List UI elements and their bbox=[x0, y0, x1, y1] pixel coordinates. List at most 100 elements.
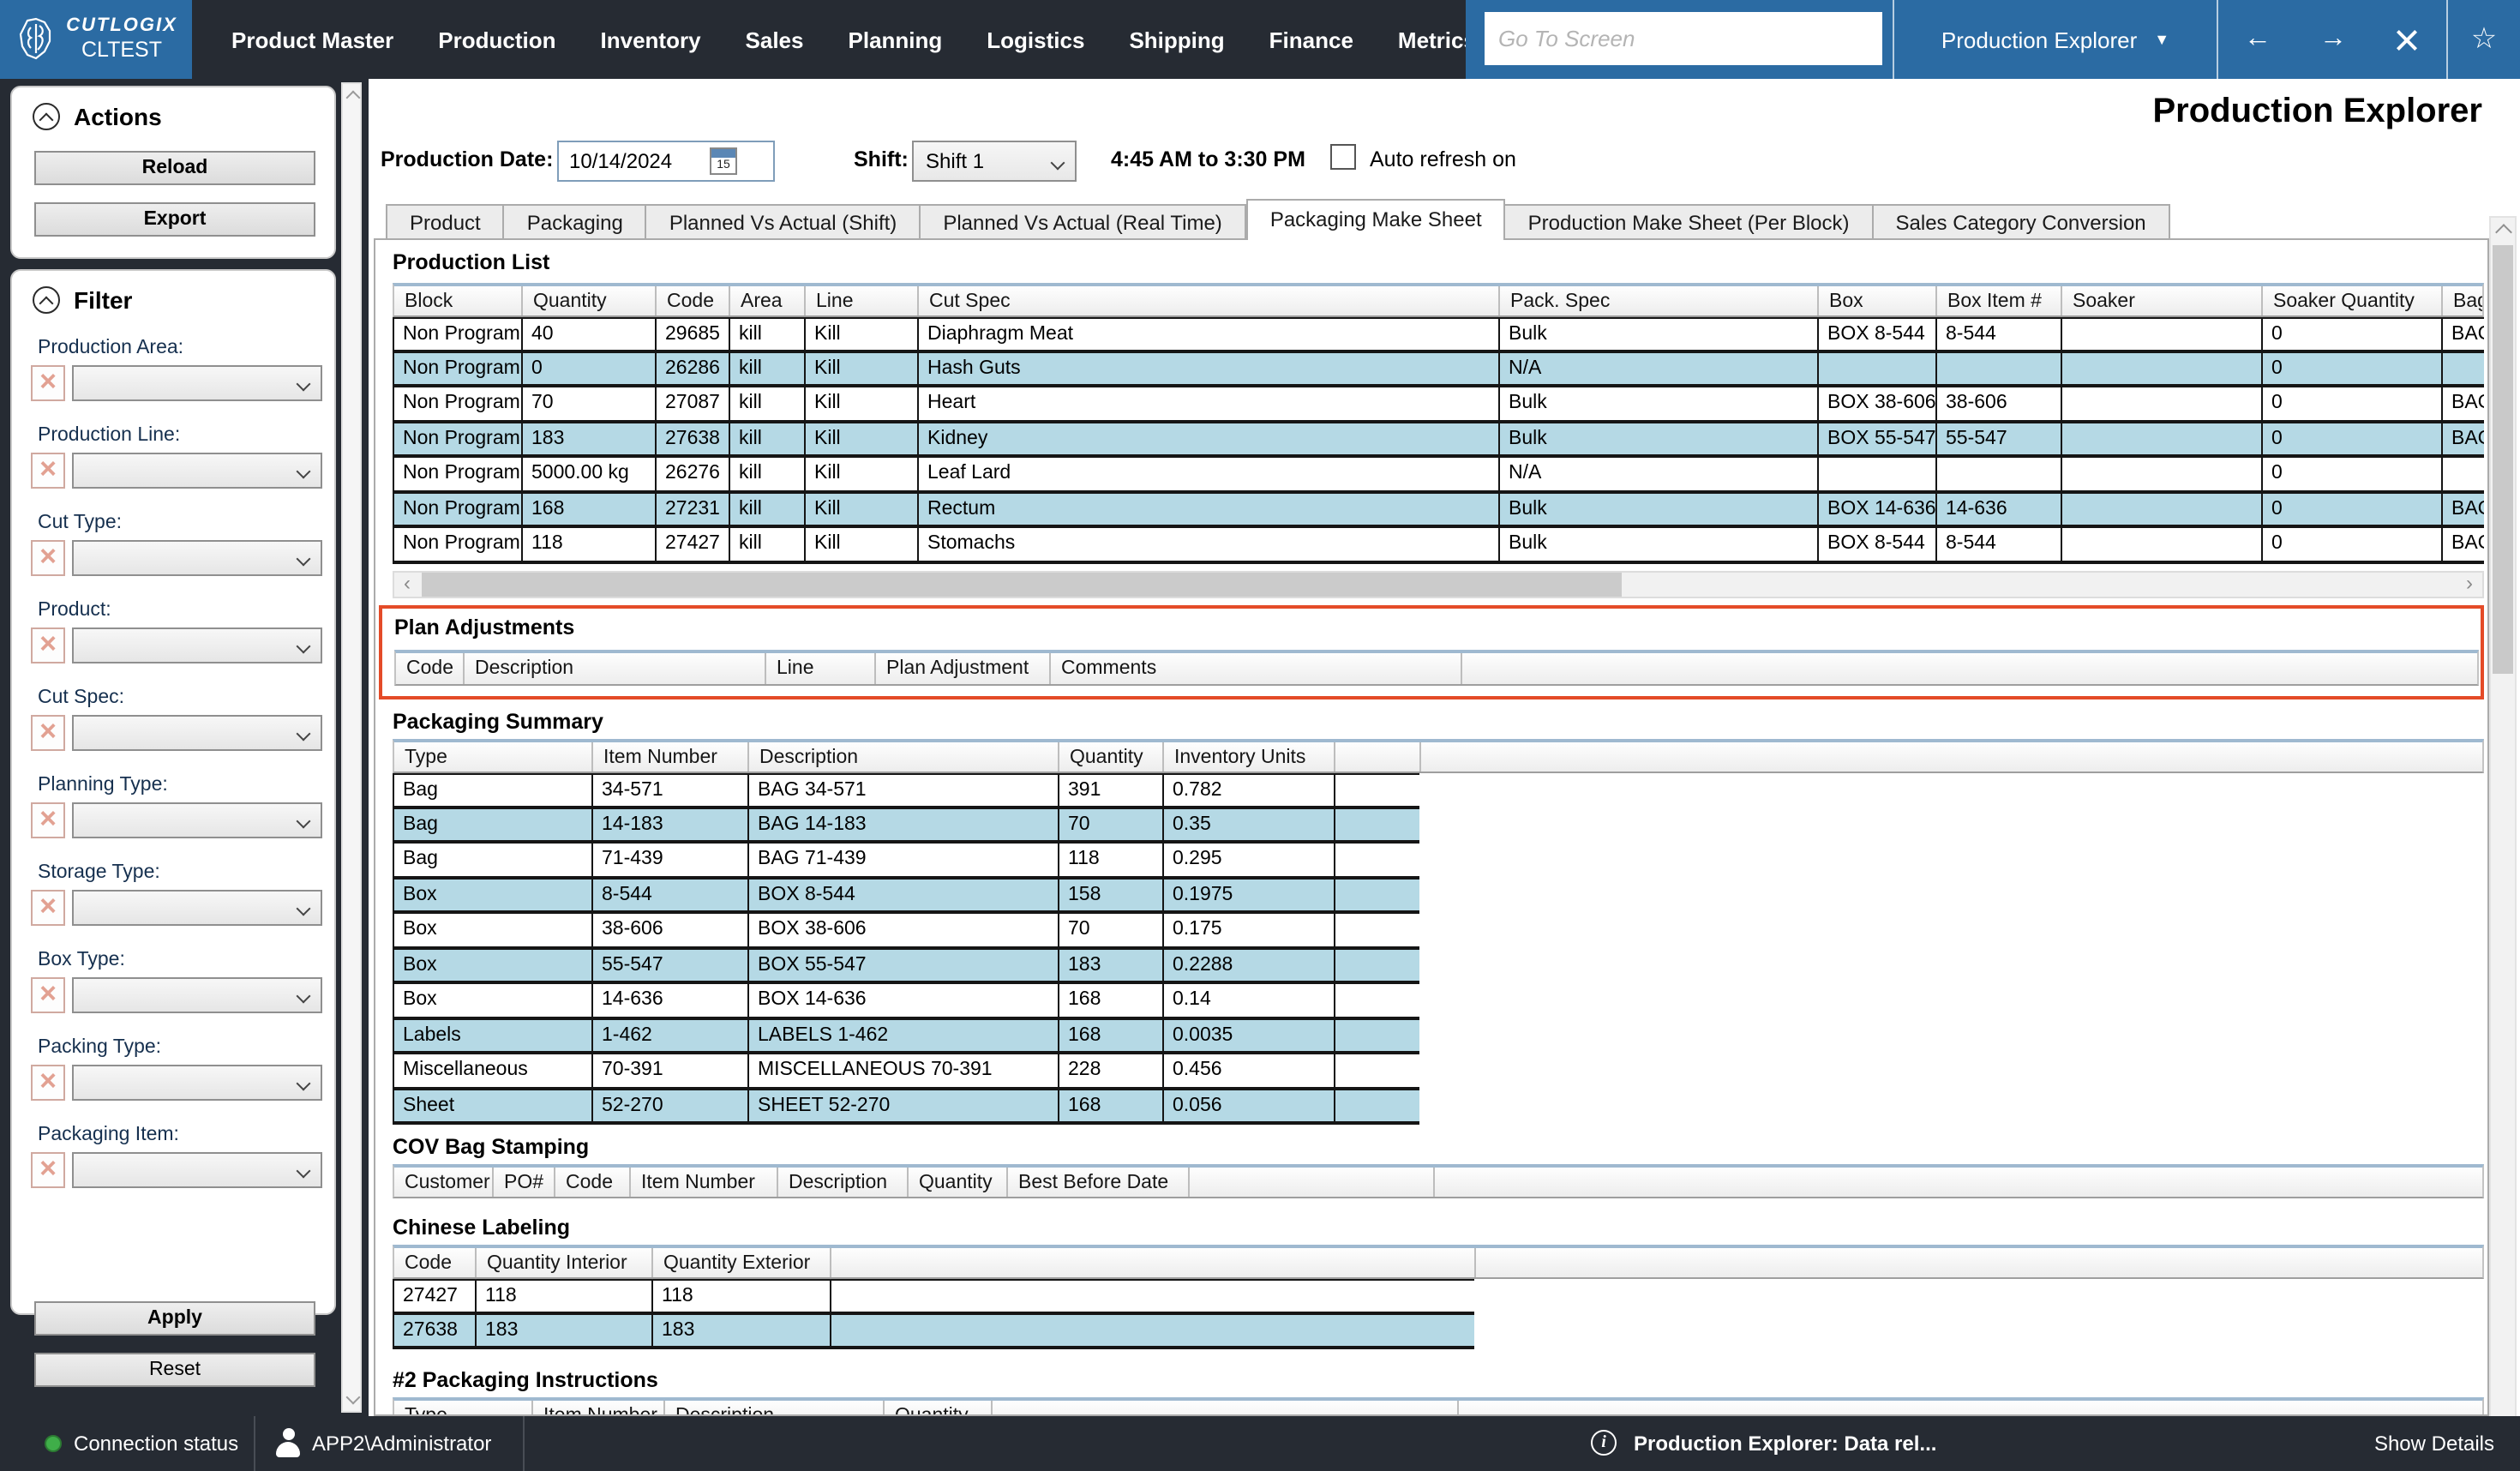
forward-arrow-button[interactable]: → bbox=[2319, 24, 2347, 55]
cov-bag-stamping-grid[interactable]: CustomerPO#CodeItem NumberDescriptionQua… bbox=[393, 1164, 2484, 1198]
table-row[interactable]: Non Program4029685killKillDiaphragm Meat… bbox=[393, 317, 2484, 352]
table-row[interactable]: Sheet52-270SHEET 52-2701680.056 bbox=[393, 1090, 1419, 1125]
scroll-right-icon[interactable]: › bbox=[2457, 573, 2482, 597]
clear-filter-button[interactable]: × bbox=[31, 365, 65, 401]
reload-button[interactable]: Reload bbox=[34, 151, 315, 185]
filter-dropdown-packaging-item[interactable] bbox=[72, 1152, 322, 1188]
column-header-quantity-interior[interactable]: Quantity Interior bbox=[477, 1248, 653, 1277]
column-header-type[interactable]: Type bbox=[394, 1401, 533, 1416]
column-header-block[interactable]: Block bbox=[394, 286, 523, 315]
column-header-description[interactable]: Description bbox=[665, 1401, 885, 1416]
column-header-cut-spec[interactable]: Cut Spec bbox=[919, 286, 1500, 315]
column-header-quantity[interactable]: Quantity bbox=[523, 286, 657, 315]
column-header-code[interactable]: Code bbox=[396, 653, 465, 684]
clear-filter-button[interactable]: × bbox=[31, 453, 65, 489]
collapse-filter-icon[interactable] bbox=[33, 286, 60, 314]
table-row[interactable]: Miscellaneous70-391MISCELLANEOUS 70-3912… bbox=[393, 1054, 1419, 1090]
show-details-link[interactable]: Show Details bbox=[2374, 1432, 2494, 1456]
vscrollbar-thumb[interactable] bbox=[2493, 245, 2513, 674]
chinese-labeling-grid[interactable]: CodeQuantity InteriorQuantity Exterior27… bbox=[393, 1245, 2484, 1349]
column-header-comments[interactable]: Comments bbox=[1051, 653, 1462, 684]
menu-item-finance[interactable]: Finance bbox=[1247, 27, 1376, 52]
production-list-grid[interactable]: BlockQuantityCodeAreaLineCut SpecPack. S… bbox=[393, 283, 2484, 563]
tab-planned-vs-actual-real-time[interactable]: Planned Vs Actual (Real Time) bbox=[921, 204, 1246, 240]
column-header-type[interactable]: Type bbox=[394, 742, 593, 772]
menu-item-production[interactable]: Production bbox=[416, 27, 578, 52]
table-row[interactable]: Box8-544BOX 8-5441580.1975 bbox=[393, 879, 1419, 914]
column-header-blank[interactable] bbox=[1190, 1168, 1435, 1197]
table-row[interactable]: 27427118118 bbox=[393, 1279, 1474, 1314]
column-header-bag[interactable]: Bag bbox=[2443, 286, 2484, 315]
column-header-area[interactable]: Area bbox=[730, 286, 806, 315]
tab-product[interactable]: Product bbox=[386, 204, 505, 240]
table-row[interactable]: Non Program16827231killKillRectumBulkBOX… bbox=[393, 493, 2484, 528]
clear-filter-button[interactable]: × bbox=[31, 715, 65, 751]
table-row[interactable]: Labels1-462LABELS 1-4621680.0035 bbox=[393, 1019, 1419, 1054]
production-date-picker[interactable]: 15 bbox=[557, 141, 775, 182]
go-to-screen-input[interactable] bbox=[1485, 12, 1882, 65]
column-header-description[interactable]: Description bbox=[778, 1168, 909, 1197]
filter-dropdown-planning-type[interactable] bbox=[72, 802, 322, 838]
table-row[interactable]: Bag34-571BAG 34-5713910.782 bbox=[393, 773, 1419, 808]
column-header-pack-spec[interactable]: Pack. Spec bbox=[1500, 286, 1819, 315]
table-row[interactable]: Non Program11827427killKillStomachsBulkB… bbox=[393, 528, 2484, 563]
column-header-item-number[interactable]: Item Number bbox=[533, 1401, 665, 1416]
column-header-blank[interactable] bbox=[1335, 742, 1421, 772]
clear-filter-button[interactable]: × bbox=[31, 1152, 65, 1188]
column-header-quantity[interactable]: Quantity bbox=[909, 1168, 1008, 1197]
column-header-inventory-units[interactable]: Inventory Units bbox=[1164, 742, 1335, 772]
sidebar-scrollbar[interactable] bbox=[341, 82, 362, 1413]
column-header-description[interactable]: Description bbox=[749, 742, 1059, 772]
table-row[interactable]: Bag71-439BAG 71-4391180.295 bbox=[393, 844, 1419, 879]
production-list-hscrollbar[interactable]: ‹ › bbox=[393, 571, 2484, 598]
filter-dropdown-production-area[interactable] bbox=[72, 365, 322, 401]
column-header-quantity[interactable]: Quantity bbox=[885, 1401, 993, 1416]
column-header-best-before-date[interactable]: Best Before Date bbox=[1008, 1168, 1190, 1197]
tab-sales-category-conversion[interactable]: Sales Category Conversion bbox=[1874, 204, 2170, 240]
column-header-soaker-quantity[interactable]: Soaker Quantity bbox=[2263, 286, 2443, 315]
column-header-po[interactable]: PO# bbox=[494, 1168, 555, 1197]
back-arrow-button[interactable]: ← bbox=[2244, 24, 2271, 55]
column-header-description[interactable]: Description bbox=[465, 653, 766, 684]
column-header-plan-adjustment[interactable]: Plan Adjustment bbox=[876, 653, 1051, 684]
production-date-value[interactable] bbox=[559, 149, 706, 173]
filter-dropdown-cut-type[interactable] bbox=[72, 540, 322, 576]
clear-filter-button[interactable]: × bbox=[31, 627, 65, 663]
clear-filter-button[interactable]: × bbox=[31, 1065, 65, 1101]
scroll-up-icon[interactable] bbox=[2495, 224, 2512, 241]
filter-dropdown-product[interactable] bbox=[72, 627, 322, 663]
packaging-summary-grid[interactable]: TypeItem NumberDescriptionQuantityInvent… bbox=[393, 739, 2484, 1125]
close-screen-button[interactable] bbox=[2395, 27, 2419, 51]
table-row[interactable]: Non Program5000.00 kg26276killKillLeaf L… bbox=[393, 458, 2484, 493]
column-header-line[interactable]: Line bbox=[806, 286, 919, 315]
table-row[interactable]: Non Program18327638killKillKidneyBulkBOX… bbox=[393, 423, 2484, 458]
table-row[interactable]: Box14-636BOX 14-6361680.14 bbox=[393, 984, 1419, 1019]
content-vscrollbar[interactable] bbox=[2489, 216, 2517, 1471]
column-header-blank[interactable] bbox=[831, 1248, 1476, 1277]
clear-filter-button[interactable]: × bbox=[31, 540, 65, 576]
table-row[interactable]: Box55-547BOX 55-5471830.2288 bbox=[393, 949, 1419, 984]
column-header-box[interactable]: Box bbox=[1819, 286, 1937, 315]
menu-item-sales[interactable]: Sales bbox=[723, 27, 826, 52]
column-header-box-item[interactable]: Box Item # bbox=[1937, 286, 2062, 315]
clear-filter-button[interactable]: × bbox=[31, 802, 65, 838]
favorite-star-button[interactable]: ☆ bbox=[2471, 22, 2498, 57]
column-header-code[interactable]: Code bbox=[394, 1248, 477, 1277]
menu-item-planning[interactable]: Planning bbox=[826, 27, 965, 52]
tab-planned-vs-actual-shift[interactable]: Planned Vs Actual (Shift) bbox=[647, 204, 921, 240]
reset-button[interactable]: Reset bbox=[34, 1353, 315, 1387]
scroll-down-icon[interactable] bbox=[345, 1390, 360, 1405]
table-row[interactable]: Non Program026286killKillHash GutsN/A0 bbox=[393, 352, 2484, 387]
column-header-quantity[interactable]: Quantity bbox=[1059, 742, 1164, 772]
tab-production-make-sheet-per-block[interactable]: Production Make Sheet (Per Block) bbox=[1506, 204, 1874, 240]
table-row[interactable]: Non Program7027087killKillHeartBulkBOX 3… bbox=[393, 387, 2484, 423]
shift-dropdown[interactable]: Shift 1 bbox=[912, 141, 1077, 182]
tab-packaging-make-sheet[interactable]: Packaging Make Sheet bbox=[1246, 199, 1506, 240]
export-button[interactable]: Export bbox=[34, 202, 315, 237]
scroll-left-icon[interactable]: ‹ bbox=[394, 573, 420, 597]
table-row[interactable]: Box38-606BOX 38-606700.175 bbox=[393, 914, 1419, 949]
tab-packaging[interactable]: Packaging bbox=[505, 204, 647, 240]
plan-adjustments-grid[interactable]: CodeDescriptionLinePlan AdjustmentCommen… bbox=[394, 650, 2479, 686]
clear-filter-button[interactable]: × bbox=[31, 890, 65, 926]
packaging-instructions-2-grid[interactable]: TypeItem NumberDescriptionQuantity bbox=[393, 1397, 2484, 1416]
